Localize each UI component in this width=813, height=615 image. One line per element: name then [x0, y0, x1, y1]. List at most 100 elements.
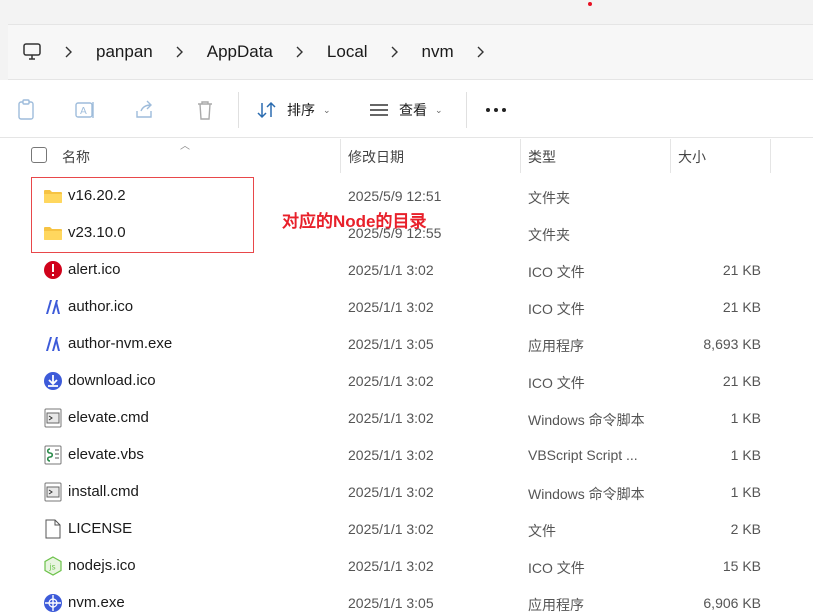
toolbar-divider	[238, 92, 239, 128]
file-name[interactable]: elevate.vbs	[68, 446, 144, 463]
column-name[interactable]: 名称	[62, 147, 90, 167]
file-type: 文件夹	[528, 227, 570, 243]
breadcrumb-item-appdata[interactable]: AppData	[207, 42, 273, 62]
file-row[interactable]: author-nvm.exe 2025/1/1 3:05 应用程序 8,693 KB	[0, 326, 813, 363]
breadcrumb: panpan AppData Local nvm	[22, 25, 508, 79]
file-row[interactable]: elevate.cmd 2025/1/1 3:02 Windows 命令脚本 1 KB	[0, 400, 813, 437]
file-size: 21 KB	[722, 373, 761, 389]
file-row[interactable]: install.cmd 2025/1/1 3:02 Windows 命令脚本 1 KB	[0, 474, 813, 511]
file-date: 2025/5/9 12:51	[348, 188, 442, 204]
file-name[interactable]: alert.ico	[68, 261, 121, 278]
file-size: 21 KB	[722, 262, 761, 278]
file-row[interactable]: elevate.vbs 2025/1/1 3:02 VBScript Script …	[0, 437, 813, 474]
breadcrumb-item-nvm[interactable]: nvm	[422, 42, 454, 62]
annotation-label: 对应的Node的目录	[282, 212, 427, 231]
more-options-icon[interactable]	[486, 98, 506, 122]
file-row[interactable]: author.ico 2025/1/1 3:02 ICO 文件 21 KB	[0, 289, 813, 326]
chevron-right-icon	[64, 45, 74, 59]
file-date: 2025/1/1 3:05	[348, 595, 434, 611]
file-type: ICO 文件	[528, 375, 585, 391]
breadcrumb-item-panpan[interactable]: panpan	[96, 42, 153, 62]
file-type: 文件	[528, 523, 556, 539]
file-name[interactable]: elevate.cmd	[68, 409, 149, 426]
file-size: 2 KB	[730, 521, 761, 537]
svg-text:A: A	[80, 106, 87, 117]
file-date: 2025/1/1 3:02	[348, 373, 434, 389]
file-type: 文件夹	[528, 190, 570, 206]
chevron-right-icon	[175, 45, 185, 59]
file-row[interactable]: alert.ico 2025/1/1 3:02 ICO 文件 21 KB	[0, 252, 813, 289]
file-date: 2025/1/1 3:02	[348, 558, 434, 574]
chevron-down-icon: ⌄	[435, 104, 443, 115]
file-type: ICO 文件	[528, 301, 585, 317]
file-date: 2025/1/1 3:02	[348, 447, 434, 463]
file-date: 2025/1/1 3:02	[348, 410, 434, 426]
annotation-highlight-box	[31, 177, 254, 253]
alert-icon	[43, 260, 63, 280]
column-divider[interactable]	[520, 139, 521, 173]
cmd-file-icon	[43, 482, 63, 502]
file-type: VBScript Script ...	[528, 447, 638, 463]
blank-file-icon	[43, 519, 63, 539]
address-bar[interactable]: panpan AppData Local nvm	[8, 24, 813, 80]
file-name[interactable]: nvm.exe	[68, 594, 125, 611]
chevron-right-icon	[390, 45, 400, 59]
delete-icon[interactable]	[194, 98, 216, 122]
file-size: 1 KB	[730, 484, 761, 500]
column-type[interactable]: 类型	[528, 147, 556, 167]
file-name[interactable]: author.ico	[68, 298, 133, 315]
command-bar: A 排序 ⌄ 查看 ⌄	[0, 82, 813, 138]
view-list-icon	[369, 103, 389, 117]
share-icon[interactable]	[134, 98, 156, 122]
file-name[interactable]: LICENSE	[68, 520, 132, 537]
notification-dot	[588, 2, 592, 6]
file-type: ICO 文件	[528, 560, 585, 576]
file-name[interactable]: download.ico	[68, 372, 156, 389]
file-row[interactable]: js nodejs.ico 2025/1/1 3:02 ICO 文件 15 KB	[0, 548, 813, 585]
file-date: 2025/1/1 3:02	[348, 262, 434, 278]
column-divider[interactable]	[670, 139, 671, 173]
file-row[interactable]: nvm.exe 2025/1/1 3:05 应用程序 6,906 KB	[0, 585, 813, 615]
select-all-checkbox[interactable]	[31, 147, 47, 163]
file-type: Windows 命令脚本	[528, 486, 645, 502]
svg-text:js: js	[48, 563, 55, 572]
nvm-app-icon	[43, 593, 63, 613]
column-size[interactable]: 大小	[678, 147, 706, 167]
file-type: 应用程序	[528, 338, 584, 354]
column-date[interactable]: 修改日期	[348, 147, 404, 167]
file-name[interactable]: author-nvm.exe	[68, 335, 172, 352]
sort-icon	[257, 101, 277, 119]
chevron-down-icon: ⌄	[323, 104, 331, 115]
this-pc-icon[interactable]	[22, 41, 44, 63]
column-header: 名称 ︿ 修改日期 类型 大小	[0, 139, 813, 173]
column-divider[interactable]	[770, 139, 771, 173]
toolbar-divider	[466, 92, 467, 128]
file-type: 应用程序	[528, 597, 584, 613]
file-row[interactable]: LICENSE 2025/1/1 3:02 文件 2 KB	[0, 511, 813, 548]
file-type: ICO 文件	[528, 264, 585, 280]
file-size: 6,906 KB	[703, 595, 761, 611]
file-date: 2025/1/1 3:02	[348, 299, 434, 315]
vbs-file-icon	[43, 445, 63, 465]
file-name[interactable]: nodejs.ico	[68, 557, 136, 574]
file-type: Windows 命令脚本	[528, 412, 645, 428]
file-size: 1 KB	[730, 410, 761, 426]
chevron-right-icon[interactable]	[476, 45, 486, 59]
file-date: 2025/1/1 3:02	[348, 484, 434, 500]
file-row[interactable]: download.ico 2025/1/1 3:02 ICO 文件 21 KB	[0, 363, 813, 400]
column-divider[interactable]	[340, 139, 341, 173]
chevron-right-icon	[295, 45, 305, 59]
sort-label: 排序	[287, 102, 315, 118]
view-label: 查看	[399, 102, 427, 118]
sort-button[interactable]: 排序 ⌄	[257, 98, 331, 122]
paste-icon[interactable]	[15, 98, 37, 122]
file-name[interactable]: install.cmd	[68, 483, 139, 500]
breadcrumb-item-local[interactable]: Local	[327, 42, 368, 62]
rename-icon[interactable]: A	[74, 98, 96, 122]
view-button[interactable]: 查看 ⌄	[369, 98, 443, 122]
file-size: 1 KB	[730, 447, 761, 463]
nodejs-icon: js	[43, 556, 63, 576]
download-icon	[43, 371, 63, 391]
cmd-file-icon	[43, 408, 63, 428]
nvm-logo-icon	[43, 297, 63, 317]
